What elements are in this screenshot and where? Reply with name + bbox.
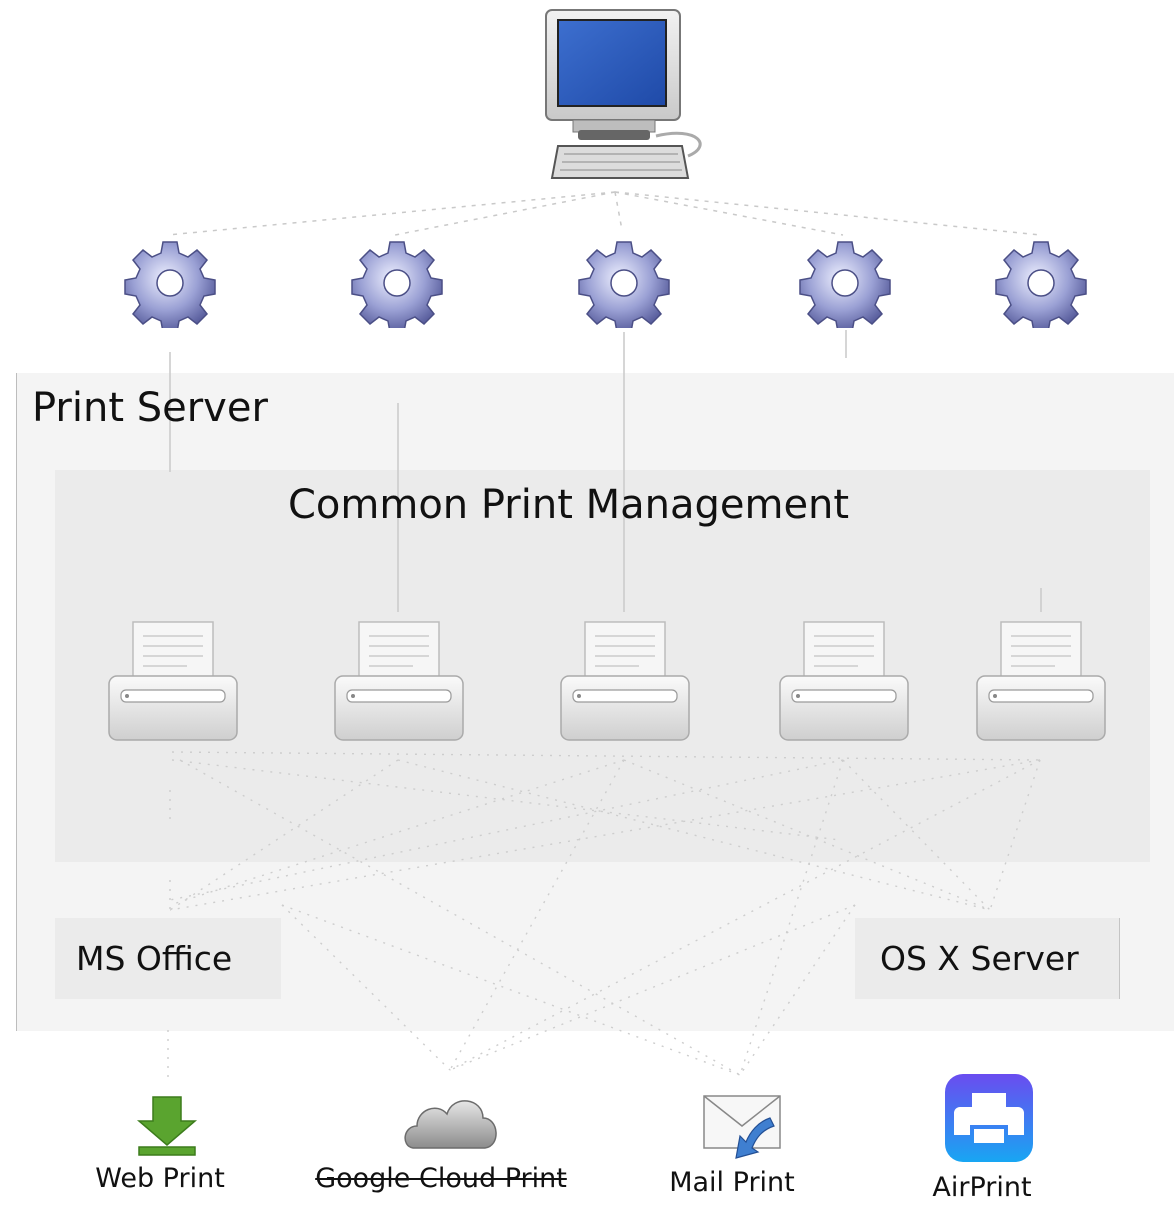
download-arrow-icon [136, 1096, 198, 1156]
gear-icon [799, 241, 891, 328]
cloud-icon [404, 1100, 497, 1149]
gear-icon [351, 241, 443, 328]
gear-icon [124, 241, 216, 328]
mail-print-label: Mail Print [669, 1167, 795, 1198]
printer-icon [108, 621, 238, 741]
airprint-label: AirPrint [932, 1172, 1032, 1203]
mail-icon [703, 1095, 781, 1159]
google-cloud-print-label: Google Cloud Print [315, 1163, 567, 1194]
computer-icon [545, 9, 702, 179]
printer-icon [976, 621, 1106, 741]
osx-server-label: OS X Server [880, 939, 1079, 978]
web-print-label: Web Print [95, 1163, 225, 1194]
gear-icon [995, 241, 1087, 328]
print-server-label: Print Server [32, 385, 268, 431]
airprint-icon [945, 1074, 1033, 1162]
printer-icon [779, 621, 909, 741]
printer-icon [560, 621, 690, 741]
printer-icon [334, 621, 464, 741]
gear-icon [578, 241, 670, 328]
ms-office-label: MS Office [76, 939, 233, 978]
common-print-management-label: Common Print Management [288, 482, 850, 528]
